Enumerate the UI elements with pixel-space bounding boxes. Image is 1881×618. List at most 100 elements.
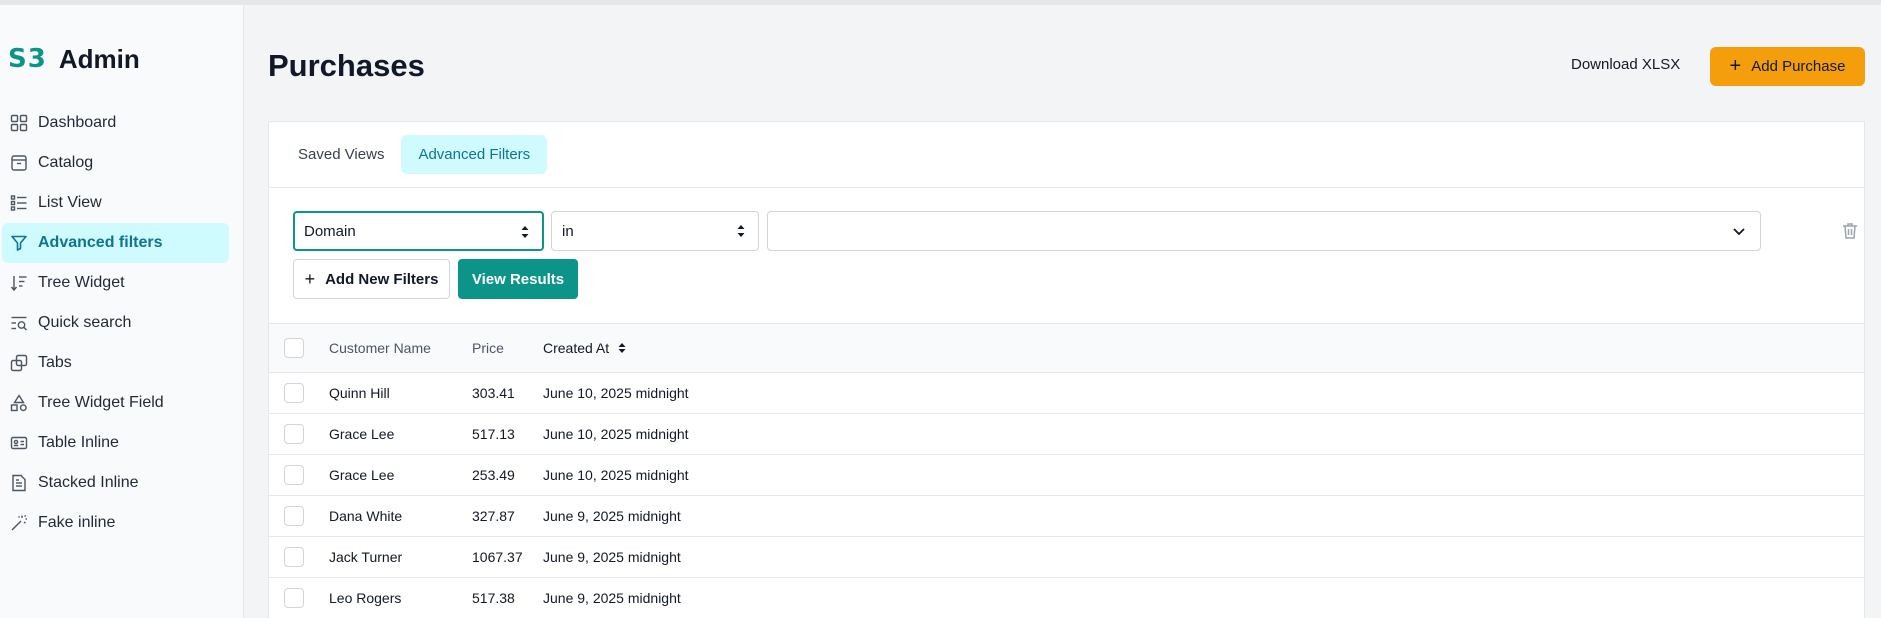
- select-caret-icon: [521, 226, 529, 238]
- plus-icon: +: [304, 268, 316, 289]
- table-row[interactable]: Grace Lee 517.13 June 10, 2025 midnight: [269, 414, 1864, 455]
- purchases-table: Customer Name Price Created At Quinn Hil…: [269, 323, 1864, 618]
- plus-icon: +: [1729, 55, 1742, 77]
- cell-price: 517.13: [472, 426, 515, 442]
- header-customer-name[interactable]: Customer Name: [329, 324, 431, 372]
- sidebar-item-label: Stacked Inline: [38, 474, 139, 491]
- sidebar-item-stacked-inline[interactable]: Stacked Inline: [2, 463, 229, 503]
- file-stack-icon: [9, 473, 29, 493]
- sort-icon: [618, 343, 626, 353]
- download-xlsx-link[interactable]: Download XLSX: [1571, 56, 1680, 73]
- sidebar-item-catalog[interactable]: Catalog: [2, 143, 229, 183]
- archive-icon: [9, 153, 29, 173]
- sidebar-item-quick-search[interactable]: Quick search: [2, 303, 229, 343]
- cell-price: 303.41: [472, 385, 515, 401]
- row-checkbox[interactable]: [284, 424, 304, 444]
- header-price[interactable]: Price: [472, 324, 504, 372]
- sidebar-item-label: Tree Widget: [38, 274, 125, 291]
- cell-price: 327.87: [472, 508, 515, 524]
- filters-card: Saved Views Advanced Filters Domain in +…: [268, 121, 1865, 618]
- header-created-at[interactable]: Created At: [543, 324, 627, 372]
- select-caret-icon: [737, 225, 745, 237]
- sidebar-nav: Dashboard Catalog List View Advanced fil…: [0, 103, 244, 543]
- magic-wand-icon: [9, 513, 29, 533]
- logo-text: Admin: [58, 43, 140, 74]
- filter-operator-value: in: [562, 222, 574, 240]
- page-title: Purchases: [268, 48, 425, 83]
- cell-customer-name: Leo Rogers: [329, 590, 402, 606]
- cell-created-at: June 9, 2025 midnight: [543, 508, 681, 524]
- filter-operator-select[interactable]: in: [551, 211, 759, 251]
- sidebar-item-dashboard[interactable]: Dashboard: [2, 103, 229, 143]
- table-row[interactable]: Leo Rogers 517.38 June 9, 2025 midnight: [269, 578, 1864, 618]
- sort-list-icon: [9, 273, 29, 293]
- trash-icon[interactable]: [1840, 221, 1860, 241]
- sidebar-item-table-inline[interactable]: Table Inline: [2, 423, 229, 463]
- sidebar-item-label: List View: [38, 194, 102, 211]
- filter-field-select[interactable]: Domain: [293, 211, 544, 251]
- sidebar-item-label: Tree Widget Field: [38, 394, 164, 411]
- cell-price: 253.49: [472, 467, 515, 483]
- sidebar-item-label: Tabs: [38, 354, 72, 371]
- sidebar-item-tree-widget[interactable]: Tree Widget: [2, 263, 229, 303]
- row-checkbox[interactable]: [284, 506, 304, 526]
- copy-icon: [9, 353, 29, 373]
- cell-created-at: June 10, 2025 midnight: [543, 385, 689, 401]
- sidebar-item-tree-widget-field[interactable]: Tree Widget Field: [2, 383, 229, 423]
- sidebar-item-label: Advanced filters: [38, 234, 163, 251]
- cell-created-at: June 9, 2025 midnight: [543, 549, 681, 565]
- cell-customer-name: Grace Lee: [329, 467, 395, 483]
- table-header: Customer Name Price Created At: [269, 323, 1864, 373]
- add-new-filters-label: Add New Filters: [325, 270, 439, 288]
- cell-created-at: June 10, 2025 midnight: [543, 426, 689, 442]
- sidebar-item-label: Table Inline: [38, 434, 119, 451]
- chevron-down-icon: [1733, 228, 1745, 236]
- grid-icon: [9, 113, 29, 133]
- table-row[interactable]: Dana White 327.87 June 9, 2025 midnight: [269, 496, 1864, 537]
- sidebar-item-fake-inline[interactable]: Fake inline: [2, 503, 229, 543]
- cell-customer-name: Grace Lee: [329, 426, 395, 442]
- sidebar: S3 Admin Dashboard Catalog List View Adv…: [0, 5, 244, 618]
- cell-customer-name: Jack Turner: [329, 549, 403, 565]
- add-purchase-button[interactable]: + Add Purchase: [1710, 47, 1865, 86]
- cell-price: 517.38: [472, 590, 515, 606]
- view-results-button[interactable]: View Results: [458, 259, 578, 299]
- logo[interactable]: S3 Admin: [8, 43, 140, 75]
- shapes-icon: [9, 393, 29, 413]
- filter-icon: [9, 233, 29, 253]
- filter-value-select[interactable]: [767, 211, 1761, 251]
- row-checkbox[interactable]: [284, 383, 304, 403]
- view-tabs: Saved Views Advanced Filters: [281, 135, 548, 174]
- table-row[interactable]: Quinn Hill 303.41 June 10, 2025 midnight: [269, 373, 1864, 414]
- row-checkbox[interactable]: [284, 588, 304, 608]
- row-checkbox[interactable]: [284, 547, 304, 567]
- divider: [269, 187, 1864, 188]
- sidebar-item-label: Fake inline: [38, 514, 116, 531]
- sidebar-item-label: Quick search: [38, 314, 132, 331]
- sidebar-item-list-view[interactable]: List View: [2, 183, 229, 223]
- top-border: [0, 0, 1881, 5]
- add-purchase-label: Add Purchase: [1751, 58, 1846, 75]
- list-icon: [9, 193, 29, 213]
- id-card-icon: [9, 433, 29, 453]
- tab-saved-views[interactable]: Saved Views: [281, 135, 401, 174]
- select-all-checkbox[interactable]: [284, 338, 304, 358]
- cell-price: 1067.37: [472, 549, 523, 565]
- sidebar-item-label: Dashboard: [38, 114, 117, 131]
- sidebar-item-tabs[interactable]: Tabs: [2, 343, 229, 383]
- row-checkbox[interactable]: [284, 465, 304, 485]
- filter-field-value: Domain: [304, 222, 356, 240]
- table-row[interactable]: Jack Turner 1067.37 June 9, 2025 midnigh…: [269, 537, 1864, 578]
- table-row[interactable]: Grace Lee 253.49 June 10, 2025 midnight: [269, 455, 1864, 496]
- sidebar-item-advanced-filters[interactable]: Advanced filters: [2, 223, 229, 263]
- cell-created-at: June 10, 2025 midnight: [543, 467, 689, 483]
- logo-mark: S3: [8, 44, 47, 74]
- sidebar-item-label: Catalog: [38, 154, 94, 171]
- cell-created-at: June 9, 2025 midnight: [543, 590, 681, 606]
- add-new-filters-button[interactable]: + Add New Filters: [293, 259, 450, 299]
- cell-customer-name: Dana White: [329, 508, 403, 524]
- list-search-icon: [9, 313, 29, 333]
- cell-customer-name: Quinn Hill: [329, 385, 390, 401]
- header-created-at-label: Created At: [543, 340, 610, 356]
- tab-advanced-filters[interactable]: Advanced Filters: [401, 135, 548, 174]
